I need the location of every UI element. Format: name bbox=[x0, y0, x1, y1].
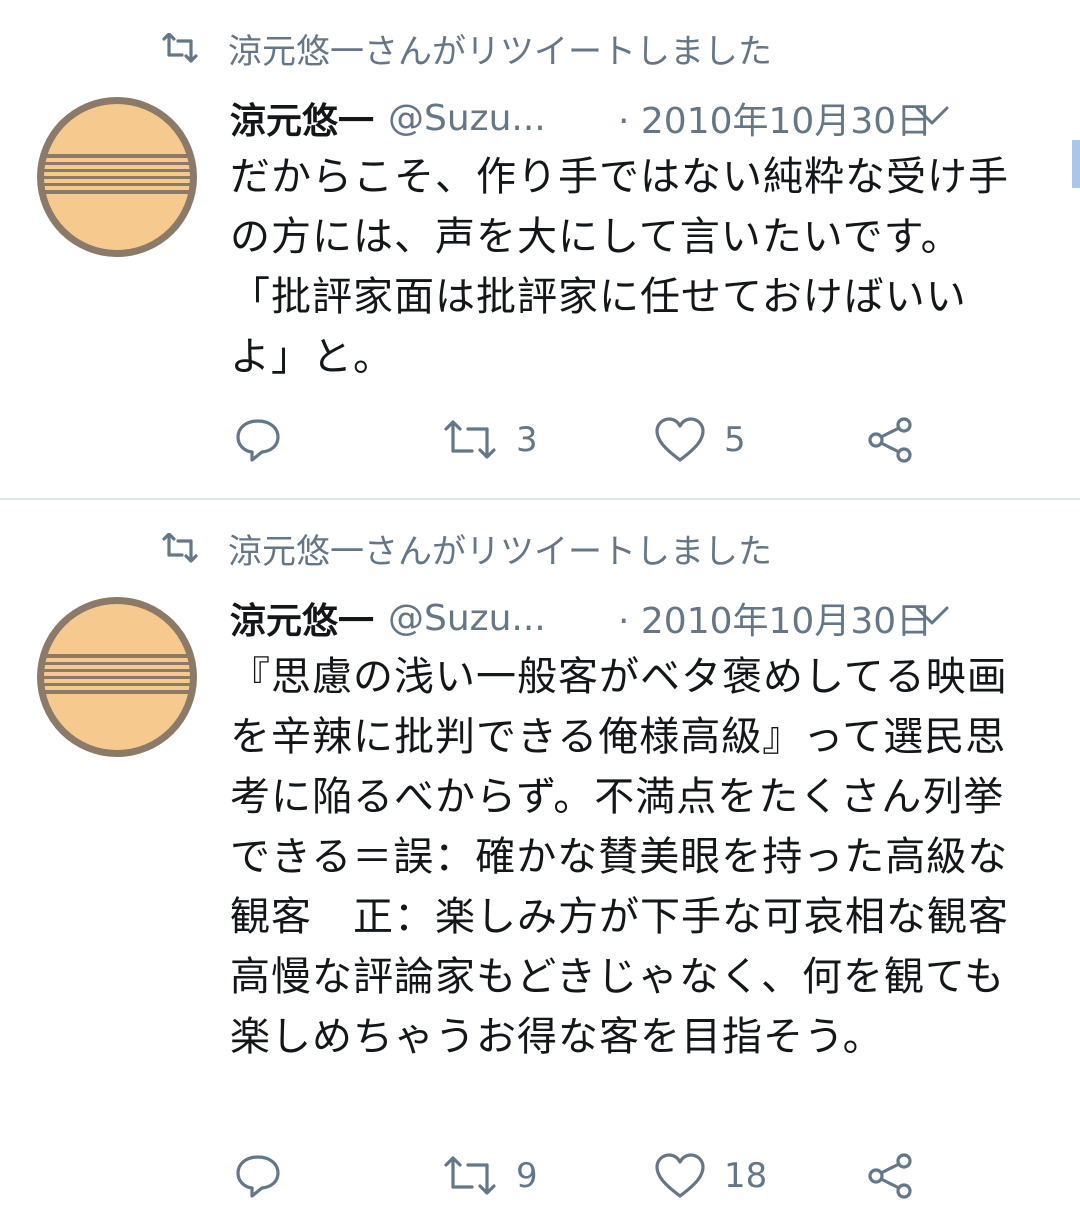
avatar[interactable] bbox=[36, 596, 198, 758]
like-button[interactable]: 18 bbox=[654, 1148, 767, 1204]
tweet-timestamp[interactable]: · 2010年10月30日 bbox=[618, 92, 932, 144]
tweet-text: 『思慮の浅い一般客がベタ褒めしてる映画を辛辣に批判できる俺様高級』って選民思考に… bbox=[230, 654, 1050, 1060]
chevron-down-icon[interactable] bbox=[914, 604, 950, 628]
tweet[interactable]: 涼元悠一さんがリツイートしました 涼元悠一 @Suzu... · 2010年10… bbox=[0, 0, 1080, 500]
tweet-text: だからこそ、作り手ではない純粋な受け手の方には、声を大にして言いたいです。「批評… bbox=[230, 154, 1009, 380]
tweet-header: 涼元悠一 @Suzu... · 2010年10月30日 bbox=[230, 590, 990, 646]
like-count: 18 bbox=[724, 1156, 768, 1196]
retweet-icon bbox=[162, 533, 198, 563]
share-button[interactable] bbox=[866, 412, 914, 468]
retweeted-by-label: 涼元悠一さんがリツイートしました bbox=[228, 531, 772, 572]
heart-icon bbox=[655, 417, 705, 462]
share-icon bbox=[868, 1153, 912, 1199]
retweeted-by-row: 涼元悠一さんがリツイートしました bbox=[160, 524, 772, 572]
tweet-timestamp[interactable]: · 2010年10月30日 bbox=[618, 592, 932, 644]
share-button[interactable] bbox=[866, 1148, 914, 1204]
retweeted-by-label: 涼元悠一さんがリツイートしました bbox=[228, 31, 772, 72]
reply-icon bbox=[236, 419, 280, 462]
retweet-count: 9 bbox=[516, 1156, 538, 1196]
heart-icon bbox=[655, 1153, 705, 1198]
retweet-icon bbox=[444, 1156, 496, 1195]
tweet-header: 涼元悠一 @Suzu... · 2010年10月30日 bbox=[230, 90, 990, 146]
retweet-icon bbox=[444, 420, 496, 459]
reply-button[interactable] bbox=[234, 1148, 282, 1204]
retweet-icon bbox=[162, 33, 198, 63]
author-name[interactable]: 涼元悠一 bbox=[230, 592, 374, 644]
retweet-button[interactable]: 3 bbox=[442, 412, 538, 468]
tweet-actions: 3 5 bbox=[230, 412, 990, 468]
avatar[interactable] bbox=[36, 96, 198, 258]
retweet-button[interactable]: 9 bbox=[442, 1148, 538, 1204]
share-icon bbox=[868, 417, 912, 463]
retweet-count: 3 bbox=[516, 420, 538, 460]
like-button[interactable]: 5 bbox=[654, 412, 746, 468]
author-handle[interactable]: @Suzu... bbox=[388, 598, 546, 639]
like-count: 5 bbox=[724, 420, 746, 460]
chevron-down-icon[interactable] bbox=[914, 104, 950, 128]
reply-icon bbox=[236, 1155, 280, 1198]
retweeted-by-row: 涼元悠一さんがリツイートしました bbox=[160, 24, 772, 72]
author-name[interactable]: 涼元悠一 bbox=[230, 92, 374, 144]
tweet[interactable]: 涼元悠一さんがリツイートしました 涼元悠一 @Suzu... · 2010年10… bbox=[0, 500, 1080, 1230]
author-handle[interactable]: @Suzu... bbox=[388, 98, 546, 139]
reply-button[interactable] bbox=[234, 412, 282, 468]
tweet-actions: 9 18 bbox=[230, 1148, 990, 1204]
